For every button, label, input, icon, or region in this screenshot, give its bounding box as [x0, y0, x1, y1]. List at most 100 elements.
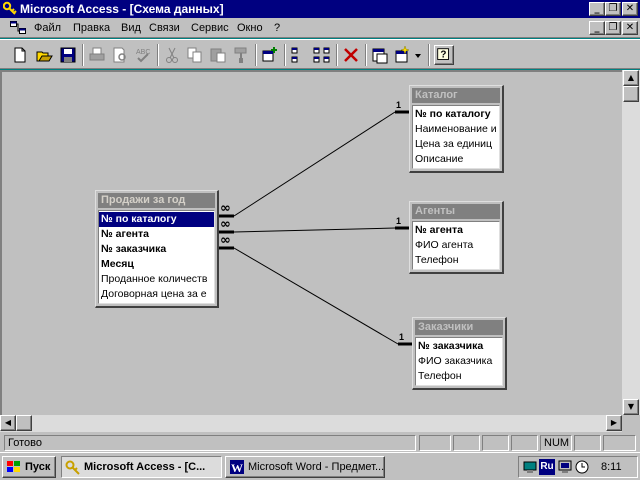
- new-icon[interactable]: [10, 45, 30, 65]
- show-direct-icon[interactable]: [289, 45, 309, 65]
- rel-catalog-one-label: 1: [396, 100, 401, 110]
- doc-minimize-button[interactable]: _: [589, 21, 605, 35]
- delete-icon[interactable]: [341, 45, 361, 65]
- menu-edit[interactable]: Правка: [73, 22, 110, 34]
- cut-icon[interactable]: [162, 45, 182, 65]
- language-indicator[interactable]: Ru: [539, 459, 555, 475]
- start-button[interactable]: Пуск: [2, 456, 56, 478]
- table-customers-title[interactable]: Заказчики: [415, 320, 503, 335]
- rel-agents-one-label: 1: [396, 216, 401, 226]
- field-catalog-description[interactable]: Описание: [413, 152, 499, 167]
- copy-icon[interactable]: [185, 45, 205, 65]
- table-agents-fields: № агента ФИО агента Телефон: [412, 221, 500, 270]
- field-sales-quantity[interactable]: Проданное количеств: [99, 272, 214, 287]
- vertical-scrollbar[interactable]: ▲ ▼: [622, 70, 640, 415]
- scroll-up-icon[interactable]: ▲: [623, 70, 639, 86]
- print-icon[interactable]: [87, 45, 107, 65]
- word-icon: W: [230, 460, 244, 475]
- field-sales-catalog-no[interactable]: № по каталогу: [99, 212, 214, 227]
- svg-text:?: ?: [440, 50, 446, 61]
- field-sales-agent-no[interactable]: № агента: [99, 227, 214, 242]
- table-sales-fields: № по каталогу № агента № заказчика Месяц…: [98, 210, 215, 304]
- rel-catalog-line: [233, 111, 396, 217]
- status-panel-3: [482, 435, 509, 451]
- status-panel-6: [603, 435, 636, 451]
- toolbar: ABC ?: [0, 39, 640, 69]
- field-agents-no[interactable]: № агента: [413, 223, 499, 238]
- horizontal-scrollbar[interactable]: ◀ ▶: [0, 415, 622, 432]
- taskbar-word-button[interactable]: W Microsoft Word - Предмет...: [225, 456, 385, 478]
- scroll-right-icon[interactable]: ▶: [606, 415, 622, 431]
- doc-close-button[interactable]: ✕: [622, 21, 638, 35]
- table-sales[interactable]: Продажи за год № по каталогу № агента № …: [95, 190, 219, 308]
- system-tray: Ru 8:11: [518, 456, 638, 478]
- scheduler-icon[interactable]: [574, 459, 590, 475]
- doc-restore-button[interactable]: ❐: [605, 21, 621, 35]
- format-painter-icon[interactable]: [231, 45, 251, 65]
- status-panel-1: [419, 435, 451, 451]
- status-panel-2: [453, 435, 480, 451]
- svg-text:W: W: [231, 461, 243, 475]
- scroll-down-icon[interactable]: ▼: [623, 399, 639, 415]
- taskbar-access-button[interactable]: Microsoft Access - [С...: [61, 456, 222, 478]
- title-bar[interactable]: Microsoft Access - [Схема данных] _ ❐ ✕: [0, 0, 640, 18]
- network-icon[interactable]: [522, 459, 538, 475]
- menu-help[interactable]: ?: [274, 22, 280, 34]
- status-panel-5: [574, 435, 601, 451]
- rel-catalog-many-label: ∞: [220, 201, 231, 216]
- rel-customers-many-label: ∞: [220, 233, 231, 248]
- menu-tools[interactable]: Сервис: [191, 22, 229, 34]
- windows-logo-icon: [7, 461, 20, 472]
- spelling-icon[interactable]: ABC: [133, 45, 153, 65]
- new-object-icon[interactable]: [393, 45, 423, 65]
- field-sales-price[interactable]: Договорная цена за е: [99, 287, 214, 302]
- table-catalog-title[interactable]: Каталог: [412, 88, 500, 103]
- menu-bar: Файл Правка Вид Связи Сервис Окно ? _ ❐ …: [0, 18, 640, 38]
- relationships-workspace[interactable]: 1 1 1 ∞ ∞ ∞ Продажи за год № по каталогу…: [0, 70, 622, 415]
- menu-view[interactable]: Вид: [121, 22, 141, 34]
- menu-relations[interactable]: Связи: [149, 22, 180, 34]
- table-customers[interactable]: Заказчики № заказчика ФИО заказчика Теле…: [412, 317, 507, 390]
- menu-file[interactable]: Файл: [34, 22, 61, 34]
- status-num: NUM: [540, 435, 572, 451]
- restore-button[interactable]: ❐: [605, 2, 621, 16]
- paste-icon[interactable]: [208, 45, 228, 65]
- vertical-scroll-thumb[interactable]: [623, 86, 639, 102]
- properties-icon[interactable]: [370, 45, 390, 65]
- rel-customers-one-label: 1: [399, 332, 404, 342]
- field-catalog-price[interactable]: Цена за единиц: [413, 137, 499, 152]
- print-preview-icon[interactable]: [110, 45, 130, 65]
- field-customers-name[interactable]: ФИО заказчика: [416, 354, 502, 369]
- status-panel-4: [511, 435, 538, 451]
- horizontal-scroll-thumb[interactable]: [16, 415, 32, 431]
- close-button[interactable]: ✕: [622, 2, 638, 16]
- table-sales-title[interactable]: Продажи за год: [98, 193, 215, 208]
- start-label: Пуск: [25, 461, 51, 473]
- access-key-icon: [65, 460, 80, 475]
- field-customers-phone[interactable]: Телефон: [416, 369, 502, 384]
- show-table-icon[interactable]: [260, 45, 280, 65]
- field-customers-no[interactable]: № заказчика: [416, 339, 502, 354]
- open-icon[interactable]: [34, 45, 54, 65]
- field-catalog-name[interactable]: Наименование и: [413, 122, 499, 137]
- show-all-icon[interactable]: [312, 45, 332, 65]
- menu-window[interactable]: Окно: [237, 22, 263, 34]
- scroll-left-icon[interactable]: ◀: [0, 415, 16, 431]
- status-text: Готово: [4, 435, 416, 451]
- field-catalog-no[interactable]: № по каталогу: [413, 107, 499, 122]
- minimize-button[interactable]: _: [589, 2, 605, 16]
- table-agents-title[interactable]: Агенты: [412, 204, 500, 219]
- clock[interactable]: 8:11: [601, 461, 622, 473]
- field-sales-customer-no[interactable]: № заказчика: [99, 242, 214, 257]
- help-icon[interactable]: ?: [434, 45, 454, 65]
- field-agents-phone[interactable]: Телефон: [413, 253, 499, 268]
- table-agents[interactable]: Агенты № агента ФИО агента Телефон: [409, 201, 504, 274]
- access-key-icon: [3, 1, 17, 15]
- rel-agents-many-label: ∞: [220, 217, 231, 232]
- field-sales-month[interactable]: Месяц: [99, 257, 214, 272]
- table-catalog[interactable]: Каталог № по каталогу Наименование и Цен…: [409, 85, 504, 173]
- field-agents-name[interactable]: ФИО агента: [413, 238, 499, 253]
- relationships-doc-icon[interactable]: [10, 21, 26, 35]
- save-icon[interactable]: [58, 45, 78, 65]
- display-icon[interactable]: [557, 459, 573, 475]
